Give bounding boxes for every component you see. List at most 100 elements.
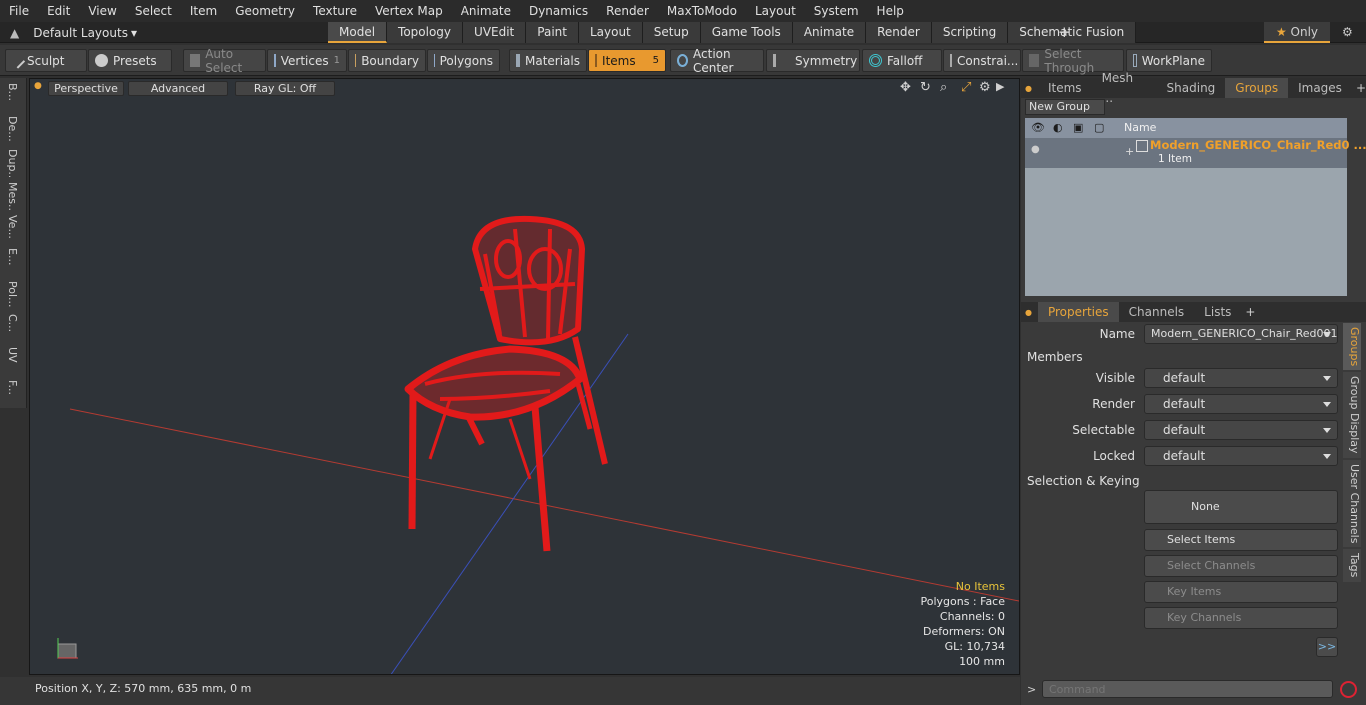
fit-view-icon[interactable]: ⤢ <box>961 80 971 95</box>
add-tab-icon[interactable]: + <box>1058 22 1071 43</box>
side-tab-group-display[interactable]: Group Display <box>1343 372 1361 458</box>
group-row[interactable]: ● + Modern_GENERICO_Chair_Red0 ... 1 Ite… <box>1025 138 1366 168</box>
more-button[interactable]: >> <box>1316 637 1338 657</box>
menu-view[interactable]: View <box>79 0 125 22</box>
panel-tab-items[interactable]: Items <box>1038 78 1092 98</box>
tab-schematic-fusion[interactable]: Schematic Fusion <box>1008 22 1137 43</box>
perspective-dropdown[interactable]: Perspective <box>48 81 124 96</box>
menu-render[interactable]: Render <box>597 0 658 22</box>
auto-select-button[interactable]: Auto Select <box>183 47 266 75</box>
left-tab-9[interactable]: F... <box>6 380 19 408</box>
tab-model[interactable]: Model <box>328 22 388 43</box>
prop-tab-lists[interactable]: Lists <box>1194 302 1241 322</box>
left-tab-1[interactable]: De... <box>6 116 19 144</box>
viewport-expand-icon[interactable]: ▶ <box>996 80 1004 93</box>
side-tab-groups[interactable]: Groups <box>1343 323 1361 371</box>
command-input[interactable] <box>1042 680 1333 698</box>
select-icon[interactable]: ▢ <box>1094 118 1104 138</box>
selectable-dropdown[interactable]: default <box>1144 420 1338 440</box>
only-toggle[interactable]: ★ Only <box>1264 22 1330 43</box>
prop-tab-properties[interactable]: Properties <box>1037 302 1119 322</box>
render-dropdown[interactable]: default <box>1144 394 1338 414</box>
side-tab-tags[interactable]: Tags <box>1343 549 1361 582</box>
panel-tab-groups[interactable]: Groups <box>1225 78 1289 98</box>
none-button[interactable]: None <box>1144 490 1338 524</box>
gear-icon[interactable]: ⚙ <box>1342 22 1353 43</box>
falloff-button[interactable]: Falloff <box>862 49 942 72</box>
name-field[interactable]: Modern_GENERICO_Chair_Red001 (3 <box>1144 324 1338 344</box>
layout-expand-icon[interactable]: ▲ <box>10 26 19 40</box>
add-prop-tab-icon[interactable]: + <box>1245 305 1255 319</box>
move-view-icon[interactable]: ✥ <box>900 80 911 95</box>
tab-scripting[interactable]: Scripting <box>931 22 1009 43</box>
select-items-button[interactable]: Select Items <box>1144 529 1338 551</box>
left-tab-8[interactable]: UV <box>6 347 19 375</box>
tab-layout[interactable]: Layout <box>578 22 643 43</box>
locked-dropdown[interactable]: default <box>1144 446 1338 466</box>
key-items-button[interactable]: Key Items <box>1144 581 1338 603</box>
add-panel-tab-icon[interactable]: + <box>1356 81 1366 95</box>
left-tab-6[interactable]: Pol... <box>6 281 19 309</box>
render-icon[interactable]: ◐ <box>1053 118 1063 138</box>
panel-menu-icon[interactable]: ● <box>1025 84 1032 93</box>
key-channels-button[interactable]: Key Channels <box>1144 607 1338 629</box>
selection-keying-section[interactable]: Selection & Keying <box>1027 474 1140 488</box>
left-tab-7[interactable]: C... <box>6 314 19 342</box>
tab-topology[interactable]: Topology <box>387 22 464 43</box>
select-channels-button[interactable]: Select Channels <box>1144 555 1338 577</box>
advanced-dropdown[interactable]: Advanced <box>128 81 228 96</box>
menu-vertex-map[interactable]: Vertex Map <box>366 0 452 22</box>
prop-tab-channels[interactable]: Channels <box>1119 302 1195 322</box>
menu-system[interactable]: System <box>805 0 868 22</box>
materials-button[interactable]: Materials <box>509 49 587 72</box>
tab-animate[interactable]: Animate <box>792 22 867 43</box>
left-tab-3[interactable]: Mes... <box>6 182 19 210</box>
polygons-button[interactable]: Polygons <box>427 49 500 72</box>
left-tab-2[interactable]: Dup... <box>6 149 19 177</box>
menu-item[interactable]: Item <box>181 0 226 22</box>
3d-viewport[interactable]: ● Perspective Advanced Ray GL: Off ✥ ↻ ⌕… <box>29 78 1020 675</box>
constraints-button[interactable]: Constrai... <box>943 49 1021 72</box>
side-tab-user-channels[interactable]: User Channels <box>1343 459 1361 548</box>
menu-dynamics[interactable]: Dynamics <box>520 0 597 22</box>
viewport-gear-icon[interactable]: ⚙ <box>979 80 991 95</box>
menu-edit[interactable]: Edit <box>38 0 79 22</box>
viewport-menu-icon[interactable]: ● <box>34 81 42 91</box>
boundary-button[interactable]: Boundary <box>348 49 426 72</box>
menu-select[interactable]: Select <box>126 0 181 22</box>
vertices-button[interactable]: Vertices 1 <box>267 49 347 72</box>
menu-geometry[interactable]: Geometry <box>226 0 304 22</box>
zoom-view-icon[interactable]: ⌕ <box>940 80 947 95</box>
items-button[interactable]: Items 5 <box>588 49 666 72</box>
visible-dropdown[interactable]: default <box>1144 368 1338 388</box>
menu-help[interactable]: Help <box>868 0 913 22</box>
menu-file[interactable]: File <box>0 0 38 22</box>
action-center-button[interactable]: Action Center <box>670 47 764 75</box>
members-section[interactable]: Members <box>1027 350 1083 364</box>
lock-icon[interactable]: ▣ <box>1073 118 1083 138</box>
menu-animate[interactable]: Animate <box>452 0 520 22</box>
tab-game-tools[interactable]: Game Tools <box>700 22 793 43</box>
sculpt-button[interactable]: Sculpt <box>5 49 87 72</box>
rotate-view-icon[interactable]: ↻ <box>920 80 931 95</box>
tab-render[interactable]: Render <box>866 22 932 43</box>
menu-layout[interactable]: Layout <box>746 0 805 22</box>
eye-icon[interactable]: 👁 <box>1031 118 1045 138</box>
props-menu-icon[interactable]: ● <box>1025 308 1032 317</box>
row-expand-icon[interactable]: + <box>1125 145 1134 158</box>
panel-tab-shading[interactable]: Shading <box>1157 78 1226 98</box>
menu-maxtomodo[interactable]: MaxToModo <box>658 0 746 22</box>
panel-tab-images[interactable]: Images <box>1288 78 1352 98</box>
tab-paint[interactable]: Paint <box>526 22 579 43</box>
left-tab-5[interactable]: E... <box>6 248 19 276</box>
tab-uvedit[interactable]: UVEdit <box>463 22 527 43</box>
new-group-button[interactable]: New Group <box>1025 99 1105 115</box>
left-tab-4[interactable]: Ve... <box>6 215 19 243</box>
left-tab-0[interactable]: B... <box>6 83 19 111</box>
symmetry-button[interactable]: Symmetry <box>766 49 860 72</box>
menu-texture[interactable]: Texture <box>304 0 366 22</box>
default-layouts-dropdown[interactable]: ▲ Default Layouts ▾ <box>0 22 137 43</box>
presets-button[interactable]: Presets <box>88 49 172 72</box>
raygl-toggle[interactable]: Ray GL: Off <box>235 81 335 96</box>
tab-setup[interactable]: Setup <box>642 22 701 43</box>
